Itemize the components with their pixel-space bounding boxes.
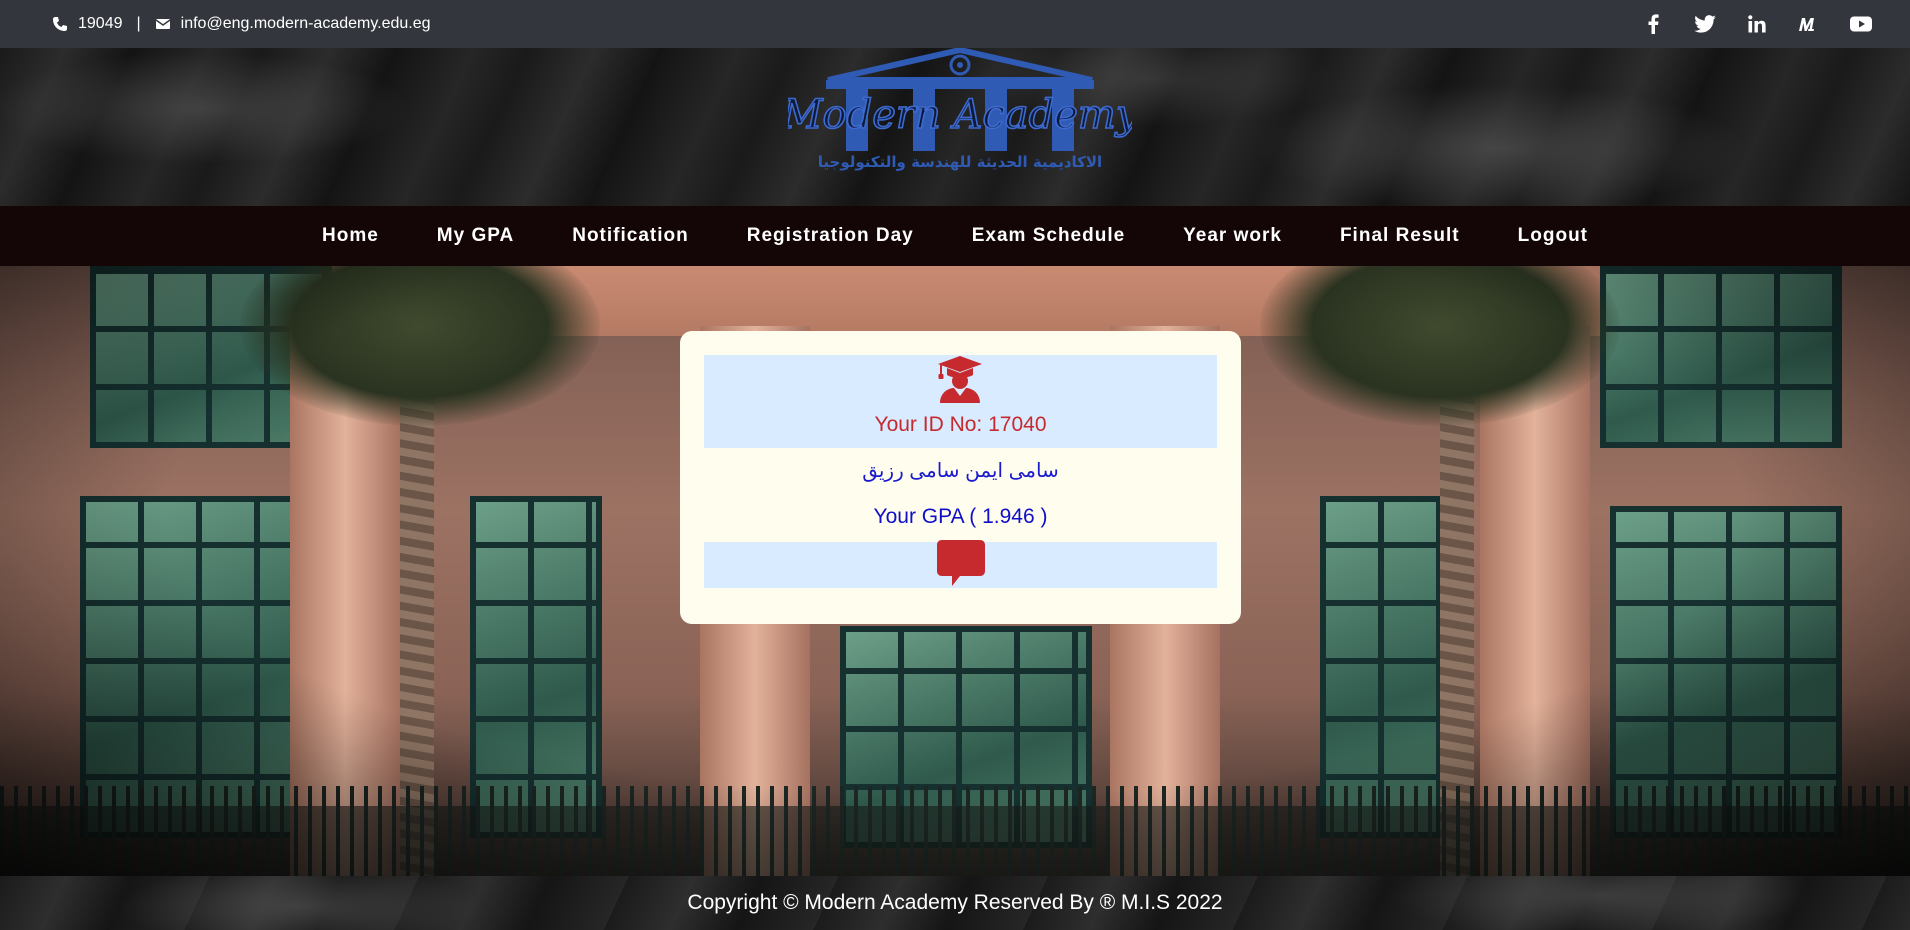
copyright-text: Copyright © Modern Academy Reserved By ®… <box>687 891 1223 914</box>
logo-wordmark: Modern Academy <box>788 92 1132 138</box>
card-footer-band <box>704 540 1217 588</box>
nav-final-result[interactable]: Final Result <box>1311 225 1489 247</box>
top-contact-bar: 19049 | info@eng.modern-academy.edu.eg <box>0 0 1910 48</box>
logo-arabic-name: الاكاديمية الحديثة للهندسة والتكنولوجيا <box>818 153 1102 171</box>
student-id: Your ID No: 17040 <box>874 413 1047 436</box>
student-name: سامى ايمن سامى رزيق <box>862 460 1059 482</box>
card-header-band: Your ID No: 17040 <box>704 355 1217 448</box>
main-nav: Home My GPA Notification Registration Da… <box>0 206 1910 266</box>
phone-icon <box>52 16 68 32</box>
youtube-icon[interactable] <box>1850 13 1872 35</box>
gpa-value: Your GPA ( 1.946 ) <box>873 505 1048 528</box>
medium-icon[interactable] <box>1798 13 1820 35</box>
modern-academy-logo[interactable]: Modern Academy الاكاديمية الحديثة للهندس… <box>788 48 1132 174</box>
envelope-icon <box>155 16 171 32</box>
twitter-icon[interactable] <box>1694 13 1716 35</box>
nav-logout[interactable]: Logout <box>1489 225 1617 247</box>
contact-separator: | <box>136 15 141 32</box>
linkedin-icon[interactable] <box>1746 13 1768 35</box>
social-links <box>1642 0 1872 48</box>
gpa-card: Your ID No: 17040 سامى ايمن سامى رزيق Yo… <box>680 331 1241 624</box>
facebook-icon[interactable] <box>1642 13 1664 35</box>
nav-year-work[interactable]: Year work <box>1154 225 1311 247</box>
nav-notification[interactable]: Notification <box>543 225 718 247</box>
graduate-icon <box>938 356 982 403</box>
nav-exam-schedule[interactable]: Exam Schedule <box>943 225 1154 247</box>
phone-number: 19049 <box>78 15 123 32</box>
contact-info: 19049 | info@eng.modern-academy.edu.eg <box>52 0 431 48</box>
footer: Copyright © Modern Academy Reserved By ®… <box>0 876 1910 930</box>
nav-registration-day[interactable]: Registration Day <box>718 225 943 247</box>
nav-my-gpa[interactable]: My GPA <box>408 225 543 247</box>
nav-home[interactable]: Home <box>293 225 408 247</box>
email-link[interactable]: info@eng.modern-academy.edu.eg <box>181 15 431 33</box>
header-banner: Modern Academy الاكاديمية الحديثة للهندس… <box>0 48 1910 206</box>
chat-bubble-icon[interactable] <box>936 540 986 588</box>
